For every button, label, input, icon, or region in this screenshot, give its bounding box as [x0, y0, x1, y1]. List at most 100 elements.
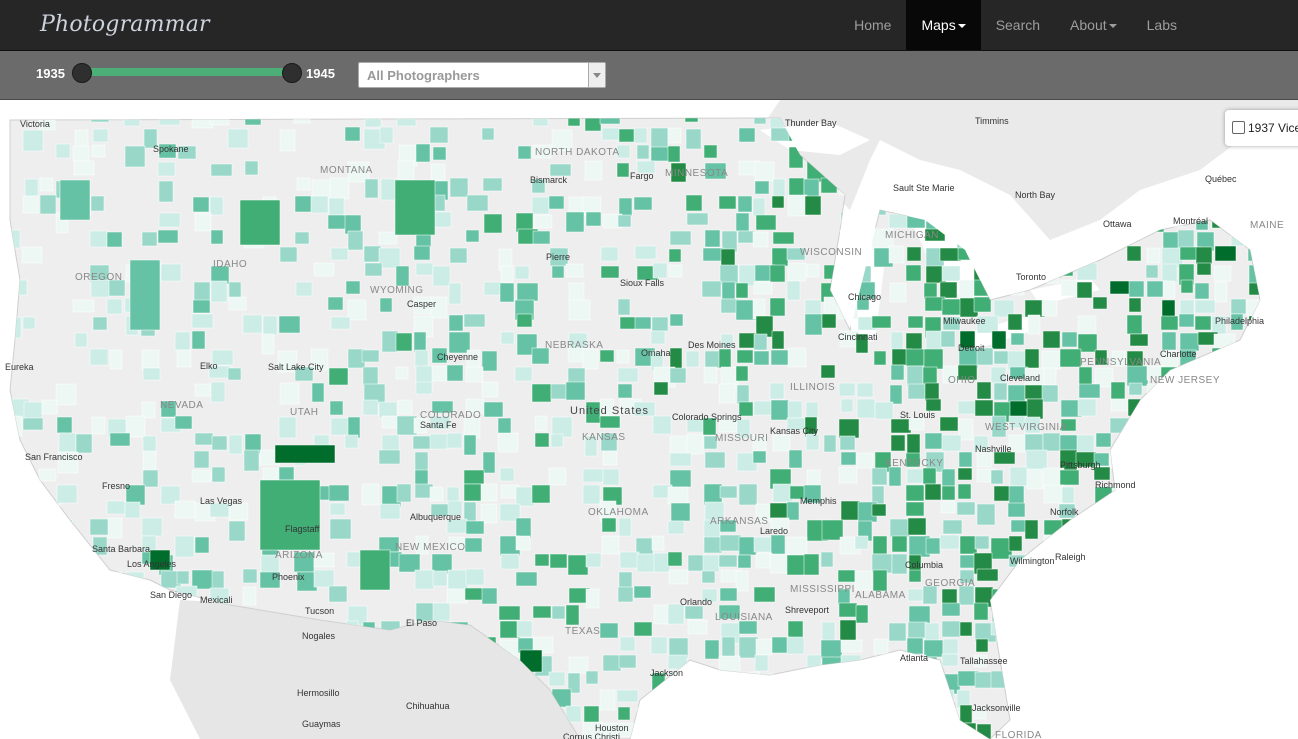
county-shape	[1194, 299, 1216, 314]
year-range-slider[interactable]	[80, 68, 292, 76]
county-shape	[194, 536, 210, 554]
county-shape	[667, 520, 685, 535]
county-shape	[704, 451, 726, 469]
county-shape	[378, 449, 401, 465]
county-shape	[941, 485, 956, 501]
county-shape	[738, 127, 756, 143]
county-shape	[364, 178, 379, 199]
main-nav: Home Maps Search About Labs	[839, 0, 1298, 50]
slider-handle-end[interactable]	[282, 63, 302, 83]
county-shape	[279, 382, 300, 405]
county-shape	[941, 298, 963, 316]
photographer-select[interactable]: All Photographers	[358, 62, 606, 88]
county-shape	[871, 467, 888, 486]
map-canvas[interactable]: NORTH DAKOTA MINNESOTA MONTANA IDAHO OREGON W…	[0, 100, 1298, 739]
county-shape	[585, 670, 599, 685]
county-shape	[551, 605, 566, 620]
county-shape	[313, 262, 335, 277]
city-label: Fargo	[630, 171, 654, 181]
state-label: WISCONSIN	[800, 247, 862, 258]
county-shape	[191, 469, 212, 483]
county-shape	[718, 383, 736, 404]
county-shape	[449, 247, 468, 264]
county-shape	[823, 434, 837, 453]
county-shape	[872, 569, 888, 592]
nav-home[interactable]: Home	[839, 0, 906, 50]
county-shape	[107, 517, 123, 539]
county-shape	[192, 299, 211, 314]
nav-maps[interactable]: Maps	[906, 0, 981, 50]
city-label: Nogales	[302, 631, 336, 641]
nav-home-label: Home	[854, 17, 892, 33]
county-shape	[704, 229, 721, 248]
county-shape	[210, 229, 224, 245]
county-shape	[907, 517, 927, 536]
county-shape	[753, 281, 773, 295]
city-label: Kansas City	[770, 426, 819, 436]
county-shape	[1061, 486, 1075, 504]
county-shape	[619, 636, 636, 652]
filter-bar: 1935 1945 All Photographers	[0, 51, 1298, 100]
county-shape	[653, 604, 671, 625]
city-label: Santa Barbara	[92, 544, 150, 554]
county-shape	[718, 195, 737, 210]
county-shape	[787, 262, 807, 282]
county-shape	[582, 348, 599, 370]
county-shape	[228, 520, 246, 542]
city-label: Jackson	[650, 668, 683, 678]
county-shape	[737, 230, 756, 244]
county-shape	[106, 298, 123, 315]
city-label: Eureka	[5, 362, 34, 372]
city-label: Mexicali	[200, 595, 233, 605]
county-shape	[1194, 315, 1212, 331]
county-shape	[500, 553, 520, 570]
county-shape	[975, 638, 989, 653]
county-shape	[381, 434, 400, 452]
county-shape	[394, 179, 436, 236]
slider-handle-start[interactable]	[72, 63, 92, 83]
county-shape	[413, 245, 431, 261]
county-shape	[565, 381, 586, 401]
county-shape	[820, 639, 843, 660]
county-shape	[1129, 333, 1149, 347]
state-label: NEBRASKA	[545, 340, 603, 351]
city-label: Timmins	[975, 116, 1009, 126]
city-label: Santa Fe	[420, 420, 457, 430]
county-shape	[753, 586, 776, 603]
county-shape	[414, 451, 429, 473]
brand-logo[interactable]: Photogrammar	[40, 12, 210, 37]
nav-labs[interactable]: Labs	[1132, 0, 1298, 50]
county-shape	[1214, 281, 1228, 303]
county-shape	[109, 349, 123, 370]
county-shape	[74, 332, 88, 348]
county-map[interactable]: NORTH DAKOTA MINNESOTA MONTANA IDAHO OREGON W…	[0, 100, 1298, 739]
county-shape	[413, 331, 427, 353]
county-shape	[755, 214, 777, 231]
county-shape	[39, 177, 54, 192]
county-shape	[939, 281, 958, 299]
nav-labs-label: Labs	[1146, 17, 1177, 33]
county-shape	[194, 212, 212, 232]
nav-about[interactable]: About	[1055, 0, 1132, 50]
county-shape	[721, 281, 736, 300]
county-shape	[534, 553, 550, 567]
city-label: Flagstaff	[285, 524, 320, 534]
select-dropdown-button[interactable]	[588, 63, 605, 87]
county-shape	[702, 554, 720, 573]
county-shape	[72, 145, 90, 162]
county-shape	[364, 262, 383, 277]
county-shape	[1126, 314, 1143, 335]
county-shape	[193, 450, 210, 469]
city-label: Philadelphia	[1215, 316, 1264, 326]
layer-checkbox[interactable]	[1232, 121, 1245, 134]
nav-search[interactable]: Search	[981, 0, 1055, 50]
chevron-down-icon	[593, 73, 601, 78]
county-shape	[1024, 433, 1044, 453]
city-label: Thunder Bay	[785, 118, 837, 128]
county-shape	[379, 297, 393, 313]
county-shape	[1024, 348, 1040, 370]
state-label: LOUISIANA	[715, 612, 773, 623]
county-shape	[1007, 313, 1023, 331]
county-shape	[633, 196, 653, 211]
state-label: MONTANA	[320, 165, 373, 176]
